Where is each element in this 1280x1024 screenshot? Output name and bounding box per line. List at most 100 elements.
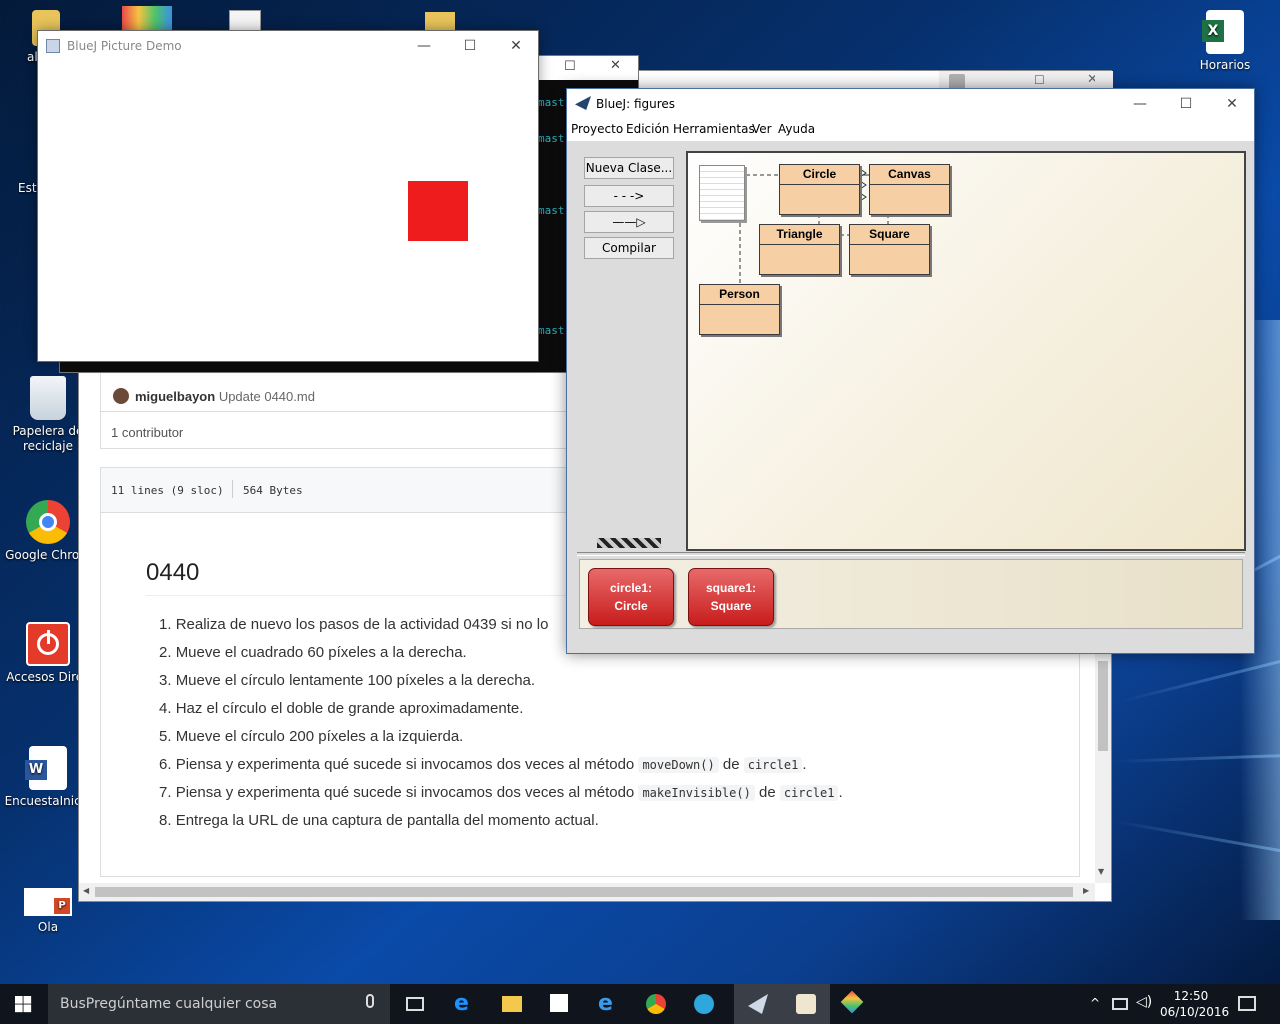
desktop-icon-horarios[interactable]: X Horarios — [1180, 10, 1270, 73]
object-square1[interactable]: square1: Square — [688, 568, 774, 626]
telegram-icon — [694, 994, 714, 1014]
edge-icon: e — [454, 991, 469, 1016]
powerpoint-icon: P — [24, 888, 72, 916]
avatar — [113, 388, 129, 404]
menu-proyecto[interactable]: Proyecto — [571, 122, 623, 136]
task-view-button[interactable] — [392, 984, 440, 1024]
close-icon[interactable]: ✕ — [1209, 89, 1255, 119]
terminal-text: mast — [538, 204, 565, 217]
menu-ayuda[interactable]: Ayuda — [778, 122, 815, 136]
chrome-icon — [646, 994, 666, 1014]
bluej-bird-icon — [575, 96, 591, 110]
taskbar-ie[interactable]: e — [584, 984, 632, 1024]
desktop-icon-label: Ola — [37, 920, 59, 934]
taskbar-git[interactable] — [830, 984, 878, 1024]
terminal-text: mast — [538, 96, 565, 109]
task-view-icon — [406, 997, 424, 1011]
word-document-icon: W — [25, 746, 67, 790]
search-input[interactable]: BusPregúntame cualquier cosa — [60, 996, 277, 1012]
menu-ver[interactable]: Ver — [752, 122, 772, 136]
class-diagram: Circle Canvas Triangle Square Person — [686, 151, 1246, 551]
network-icon[interactable] — [1112, 998, 1128, 1010]
list-item: 8. Entrega la URL de una captura de pant… — [159, 812, 599, 829]
action-center-icon[interactable] — [1238, 996, 1256, 1011]
list-item: 3. Mueve el círculo lentamente 100 píxel… — [159, 672, 536, 689]
class-triangle[interactable]: Triangle — [759, 224, 840, 275]
recycle-bin-icon — [30, 376, 66, 420]
dependency-arrow-button[interactable]: - - -> — [584, 185, 674, 207]
taskbar-edge[interactable]: e — [440, 984, 488, 1024]
taskbar-chrome[interactable] — [632, 984, 680, 1024]
taskbar-explorer[interactable] — [488, 984, 536, 1024]
terminal-text: mast — [538, 324, 565, 337]
readme-heading: 0440 — [146, 559, 200, 586]
menu-edicion[interactable]: Edición — [626, 122, 669, 136]
scrollbar-thumb[interactable] — [1098, 661, 1108, 751]
start-button[interactable] — [0, 984, 48, 1024]
folder-icon — [502, 996, 522, 1012]
maximize-icon[interactable]: ☐ — [1034, 73, 1045, 87]
scrollbar-thumb[interactable] — [95, 887, 1073, 897]
window-title: BlueJ Picture Demo — [67, 39, 182, 53]
inline-code: makeInvisible() — [638, 785, 755, 801]
bluej-window: BlueJ: figures — ☐ ✕ Proyecto Edición He… — [566, 88, 1255, 654]
commit-author[interactable]: miguelbayon — [135, 389, 215, 404]
commit-message[interactable]: Update 0440.md — [219, 389, 315, 404]
list-item: 5. Mueve el círculo 200 píxeles a la izq… — [159, 728, 464, 745]
power-icon — [26, 622, 70, 666]
clock[interactable]: 12:50 06/10/2016 — [1160, 988, 1230, 1020]
scroll-down-icon[interactable]: ▼ — [1098, 867, 1104, 876]
file-lines: 11 lines (9 sloc) — [111, 484, 224, 497]
class-square[interactable]: Square — [849, 224, 930, 275]
taskbar-java[interactable] — [782, 984, 830, 1024]
compile-button[interactable]: Compilar — [584, 237, 674, 259]
taskbar-store[interactable] — [536, 984, 584, 1024]
object-circle1[interactable]: circle1: Circle — [588, 568, 674, 626]
tray-expand-icon[interactable]: ^ — [1090, 996, 1100, 1010]
clock-date: 06/10/2016 — [1160, 1005, 1230, 1019]
scroll-right-icon[interactable]: ▶ — [1083, 886, 1089, 895]
java-app-icon — [46, 39, 60, 53]
clock-time: 12:50 — [1173, 989, 1209, 1003]
maximize-icon[interactable]: ☐ — [447, 31, 493, 61]
close-icon[interactable]: ✕ — [493, 31, 539, 61]
class-canvas[interactable]: Canvas — [869, 164, 950, 215]
horizontal-scrollbar[interactable]: ◀ ▶ — [79, 883, 1095, 901]
divider — [577, 552, 1245, 556]
minimize-icon[interactable]: — — [1117, 89, 1163, 119]
java-cup-icon — [796, 994, 816, 1014]
close-icon[interactable]: ✕ — [610, 58, 621, 73]
chrome-icon — [26, 500, 70, 544]
microphone-icon[interactable] — [366, 994, 374, 1008]
file-size: 564 Bytes — [243, 484, 303, 497]
inheritance-arrow-button[interactable]: ——▷ — [584, 211, 674, 233]
taskbar-telegram[interactable] — [680, 984, 728, 1024]
windows-logo-icon — [15, 996, 32, 1013]
menu-bar: Proyecto Edición Herramientas Ver Ayuda — [567, 119, 1254, 141]
menu-herramientas[interactable]: Herramientas — [673, 122, 755, 136]
taskbar-bluej[interactable] — [734, 984, 782, 1024]
maximize-icon[interactable]: ☐ — [564, 59, 576, 74]
internet-explorer-icon: e — [598, 991, 613, 1016]
new-class-button[interactable]: Nueva Clase... — [584, 157, 674, 179]
search-box[interactable]: BusPregúntame cualquier cosa — [48, 984, 390, 1024]
readme-note-icon[interactable] — [699, 165, 745, 221]
class-circle[interactable]: Circle — [779, 164, 860, 215]
contributors-count[interactable]: 1 contributor — [111, 425, 183, 440]
red-square — [408, 181, 468, 241]
inline-code: moveDown() — [638, 757, 719, 773]
list-item: 6. Piensa y experimenta qué sucede si in… — [159, 756, 807, 773]
object-bench: circle1: Circle square1: Square — [579, 559, 1243, 629]
window-titlebar: BlueJ: figures — ☐ ✕ — [567, 89, 1254, 119]
class-person[interactable]: Person — [699, 284, 780, 335]
inline-code: circle1 — [743, 757, 803, 773]
scroll-left-icon[interactable]: ◀ — [83, 886, 89, 895]
taskbar: BusPregúntame cualquier cosa e e ^ ◁) 12… — [0, 984, 1280, 1024]
volume-icon[interactable]: ◁) — [1136, 994, 1152, 1010]
inline-code: circle1 — [779, 785, 839, 801]
minimize-icon[interactable]: — — [401, 31, 447, 61]
maximize-icon[interactable]: ☐ — [1163, 89, 1209, 119]
progress-indicator — [597, 538, 661, 548]
list-item: 7. Piensa y experimenta qué sucede si in… — [159, 784, 843, 801]
git-icon — [840, 990, 864, 1014]
